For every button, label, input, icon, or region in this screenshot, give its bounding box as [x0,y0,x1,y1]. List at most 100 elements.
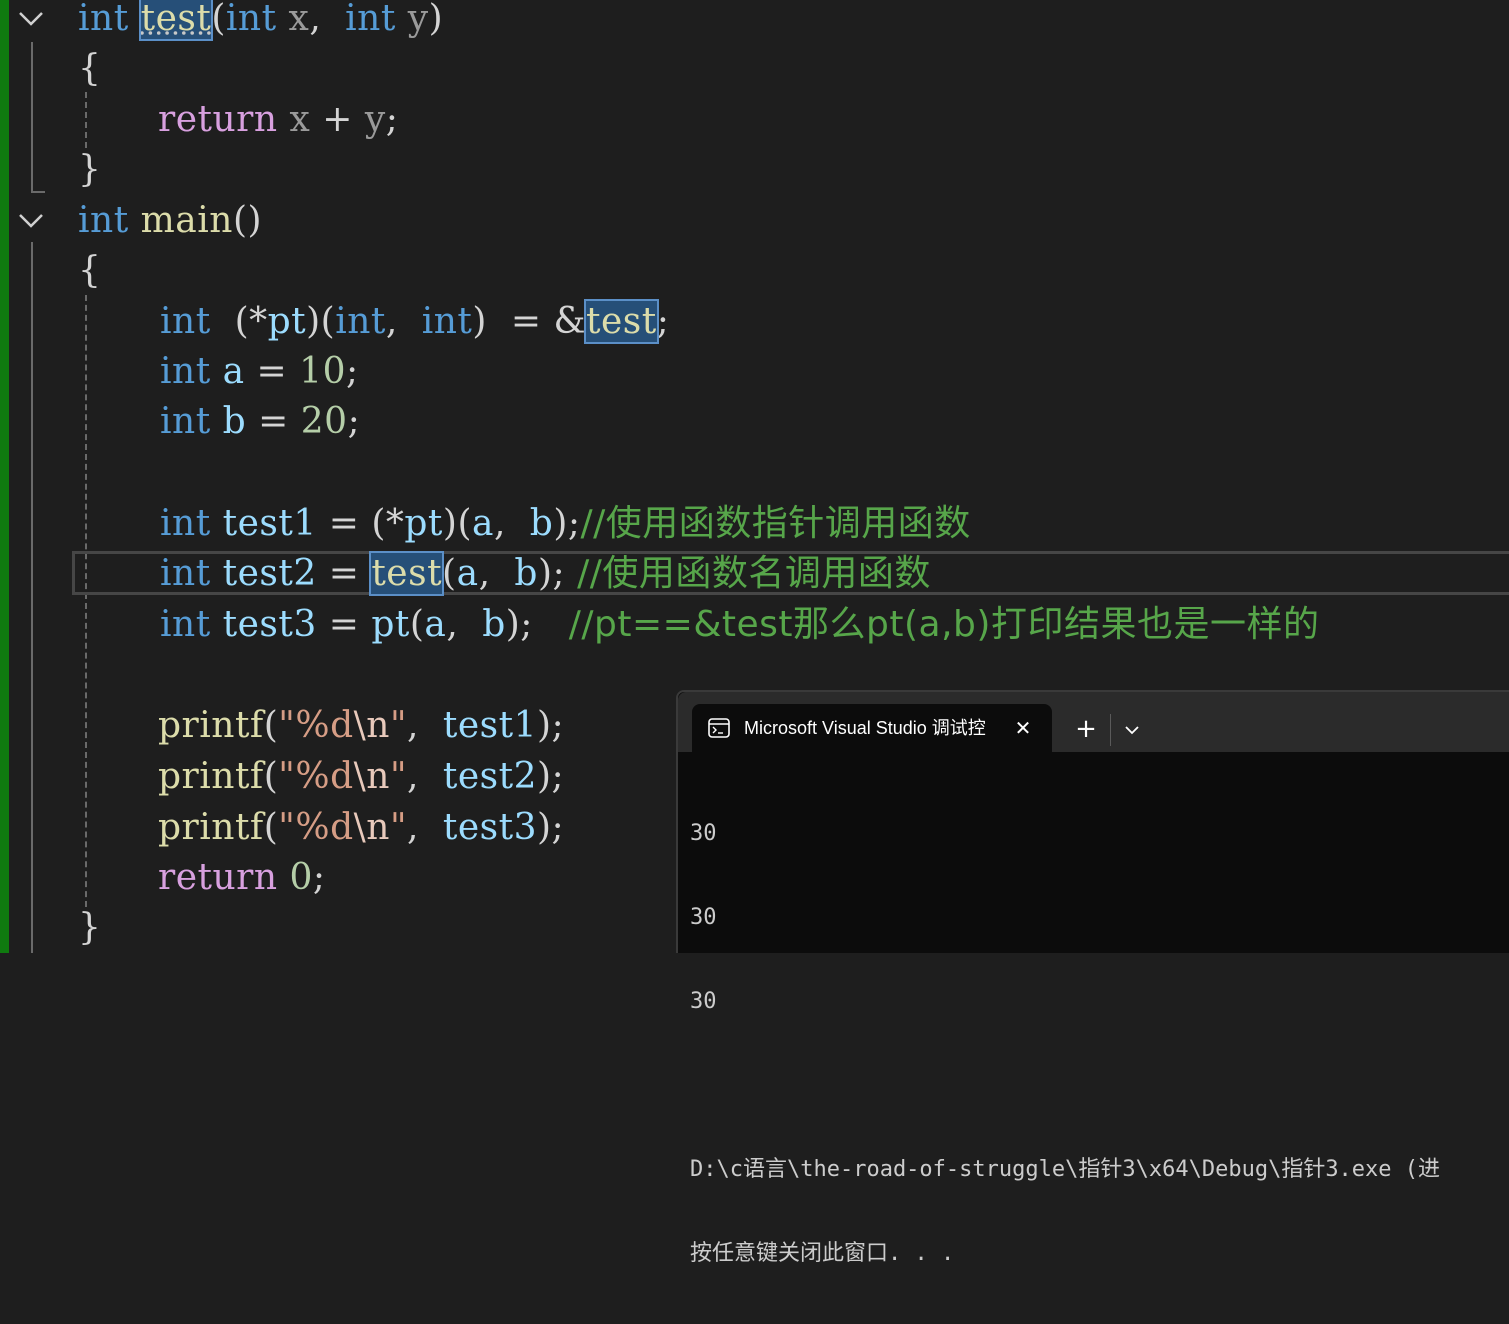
indent-guide [85,92,87,148]
tab-separator [1110,714,1111,746]
function-name-highlighted[interactable]: test [138,0,214,41]
escape-sequence: \n [353,807,390,848]
punctuation: ) [537,553,553,594]
punctuation: ( [263,756,279,797]
console-output[interactable]: 30 30 30 D:\c语言\the-road-of-struggle\指针3… [690,764,1505,1324]
keyword: int [160,553,211,594]
variable: b [514,553,538,594]
punctuation: , [309,0,322,39]
new-tab-button[interactable]: + [1070,714,1102,746]
console-tab[interactable]: Microsoft Visual Studio 调试控 ✕ [692,704,1052,752]
output-line: D:\c语言\the-road-of-struggle\指针3\x64\Debu… [690,1157,1441,1182]
punctuation: , [446,604,459,645]
output-line: 30 [690,821,717,846]
operator: = [328,604,360,645]
close-tab-button[interactable]: ✕ [1008,713,1038,743]
punctuation: ) [553,503,568,544]
variable: test1 [222,503,317,544]
function-name: main [140,200,233,241]
code-line[interactable]: int (*pt)(int, int) = &test; [160,297,669,347]
string: " [389,705,408,746]
code-line[interactable]: { [78,44,101,94]
punctuation: ; [347,401,361,442]
code-line[interactable]: { [78,246,101,296]
terminal-icon [708,718,730,738]
punctuation: ) [428,0,444,39]
punctuation: , [407,807,419,848]
operator: = [510,301,542,342]
keyword: int [78,200,129,241]
console-titlebar[interactable]: Microsoft Visual Studio 调试控 ✕ + [678,692,1509,752]
function-reference-highlighted[interactable]: test [584,299,659,344]
code-line[interactable]: int test1 = (*pt)(a, b);//使用函数指针调用函数 [160,499,971,549]
function-call: printf [158,705,264,746]
parameter: y [364,99,386,140]
escape-sequence: \n [353,756,390,797]
variable: pt [371,604,410,645]
code-line[interactable]: return 0; [158,853,326,903]
punctuation: ) [536,807,552,848]
brace: } [78,907,102,948]
punctuation: , [385,301,398,342]
keyword: int [345,0,396,39]
string: " [278,756,296,797]
function-reference-highlighted[interactable]: test [369,551,445,596]
string: " [389,807,408,848]
code-line[interactable]: int a = 10; [160,347,359,397]
code-line[interactable]: printf("%d\n", test1); [158,701,564,751]
debug-console-window[interactable]: Microsoft Visual Studio 调试控 ✕ + 30 30 30… [676,690,1509,1266]
punctuation: ( [409,604,425,645]
outline-guide [31,42,33,192]
variable: b [222,401,247,442]
code-line[interactable]: int test3 = pt(a, b); //pt==&test那么pt(a,… [160,600,1319,650]
punctuation: ; [552,553,566,594]
operator: = [256,351,288,392]
punctuation: ) [536,705,552,746]
string: %d [295,705,354,746]
operator: * [385,503,405,544]
punctuation: ( [320,301,336,342]
comment: //使用函数名调用函数 [577,553,931,594]
keyword: int [421,301,473,342]
keyword: int [160,503,211,544]
punctuation: , [478,553,491,594]
code-line[interactable]: int main() [78,196,262,246]
punctuation: ( [371,503,386,544]
keyword: int [160,604,211,645]
punctuation: ( [211,0,226,39]
output-line: 30 [690,989,717,1014]
fold-chevron-icon[interactable] [16,4,46,34]
variable: test3 [222,604,317,645]
punctuation: ; [385,99,399,140]
parameter: x [288,0,310,39]
variable: b [529,503,554,544]
punctuation: ; [345,351,359,392]
outline-guide [31,242,33,953]
fold-chevron-icon[interactable] [16,206,46,236]
punctuation: ) [536,756,552,797]
code-line[interactable]: printf("%d\n", test3); [158,803,564,853]
string: " [389,756,408,797]
punctuation: , [493,503,506,544]
punctuation: ; [656,301,670,342]
punctuation: () [232,200,263,241]
code-line[interactable]: int b = 20; [160,397,360,447]
code-line[interactable]: } [78,903,101,953]
punctuation: ( [442,553,457,594]
brace: { [78,250,102,291]
escape-sequence: \n [353,705,390,746]
outline-guide-end [31,191,45,193]
variable: a [456,553,479,594]
code-line[interactable]: return x + y; [158,95,398,145]
code-line[interactable]: int test(int x, int y) [78,0,443,44]
output-line: 30 [690,905,717,930]
chevron-down-icon[interactable] [1118,716,1146,744]
code-line[interactable]: printf("%d\n", test2); [158,752,564,802]
punctuation: ) [306,301,321,342]
variable: test2 [222,553,317,594]
code-line[interactable]: } [78,145,101,195]
punctuation: ) [472,301,487,342]
string: %d [295,756,354,797]
code-line-current[interactable]: int test2 = test(a, b); //使用函数名调用函数 [160,549,931,599]
punctuation: , [407,756,419,797]
